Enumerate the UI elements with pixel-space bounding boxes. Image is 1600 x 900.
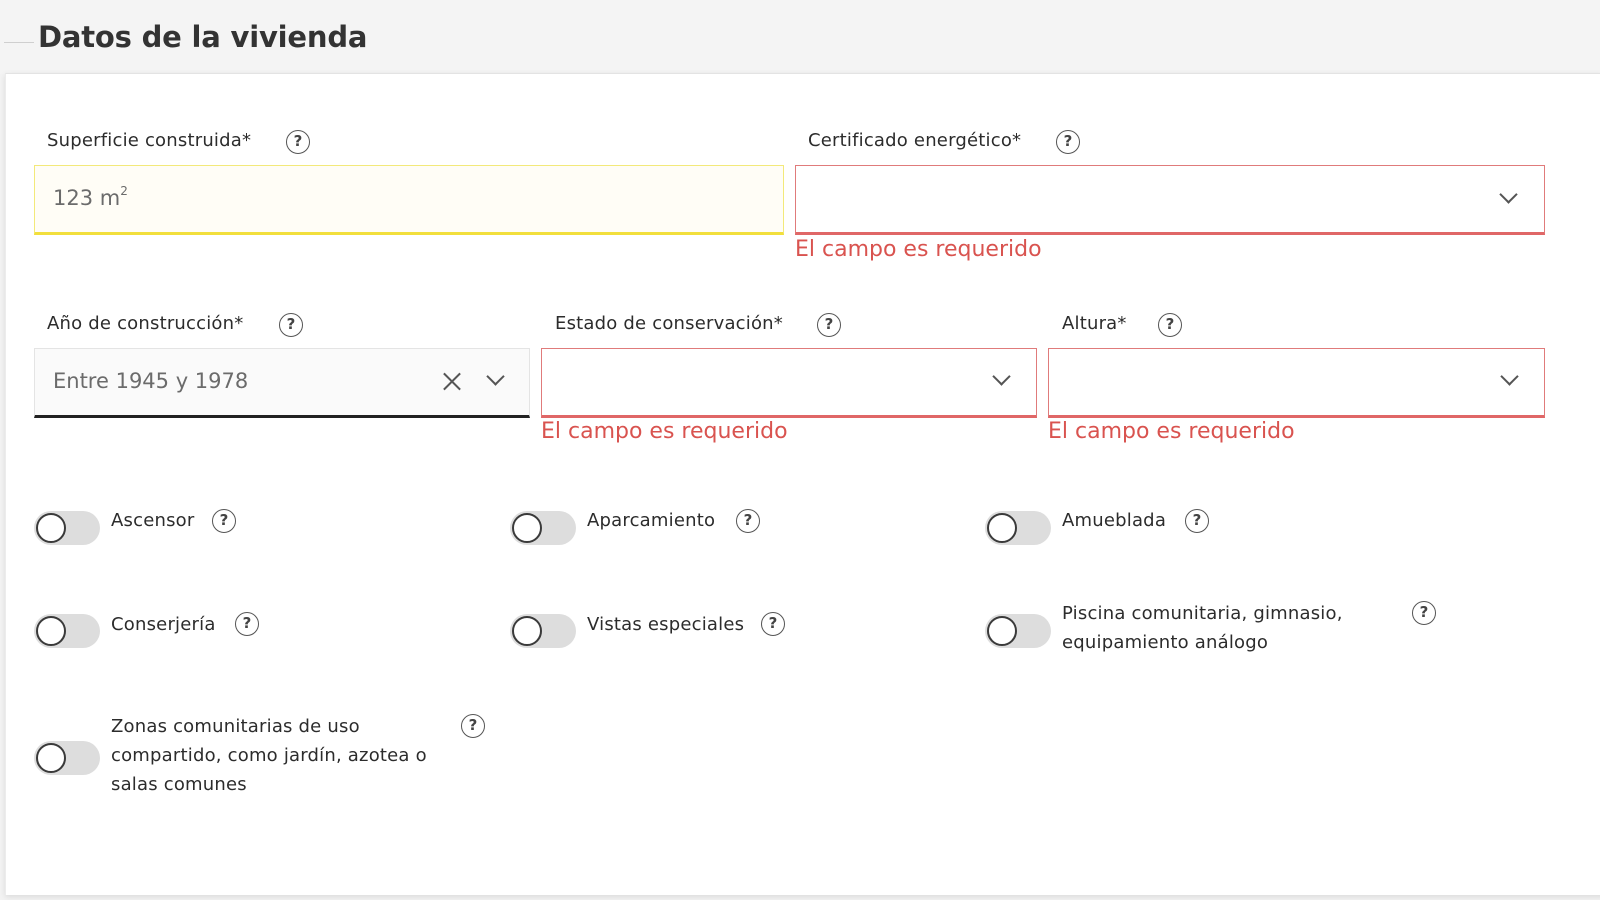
aparcamiento-help-icon[interactable]: ?	[736, 509, 760, 533]
chevron-down-icon[interactable]	[992, 367, 1011, 386]
ascensor-help-icon[interactable]: ?	[212, 509, 236, 533]
vistas-especiales-label: Vistas especiales	[587, 614, 745, 635]
header-divider	[4, 42, 34, 43]
anio-label: Año de construcción*	[47, 313, 244, 334]
aparcamiento-label: Aparcamiento	[587, 510, 716, 531]
estado-help-icon[interactable]: ?	[817, 313, 841, 337]
superficie-value: 123 m2	[53, 184, 128, 210]
estado-error: El campo es requerido	[541, 419, 788, 444]
toggle-knob	[36, 743, 66, 773]
conserjeria-toggle[interactable]	[34, 614, 100, 648]
zonas-comunitarias-toggle[interactable]	[34, 741, 100, 775]
anio-value: Entre 1945 y 1978	[53, 369, 249, 393]
toggle-knob	[987, 616, 1017, 646]
altura-help-icon[interactable]: ?	[1158, 313, 1182, 337]
certificado-error: El campo es requerido	[795, 237, 1042, 262]
certificado-help-icon[interactable]: ?	[1056, 130, 1080, 154]
zonas-comunitarias-help-icon[interactable]: ?	[461, 714, 485, 738]
superficie-help-icon[interactable]: ?	[286, 130, 310, 154]
chevron-down-icon[interactable]	[1499, 185, 1518, 204]
anio-select[interactable]: Entre 1945 y 1978	[34, 348, 530, 418]
page-title: Datos de la vivienda	[38, 20, 368, 54]
piscina-label: Piscina comunitaria, gimnasio, equipamie…	[1062, 603, 1343, 653]
estado-select[interactable]	[541, 348, 1037, 418]
toggle-knob	[512, 616, 542, 646]
toggle-knob	[512, 513, 542, 543]
zonas-comunitarias-label: Zonas comunitarias de uso compartido, co…	[111, 716, 427, 795]
toggle-knob	[36, 513, 66, 543]
vistas-especiales-help-icon[interactable]: ?	[761, 612, 785, 636]
toggle-knob	[987, 513, 1017, 543]
ascensor-toggle[interactable]	[34, 511, 100, 545]
piscina-toggle[interactable]	[985, 614, 1051, 648]
altura-error: El campo es requerido	[1048, 419, 1295, 444]
section-header: Datos de la vivienda	[0, 0, 1600, 74]
altura-label: Altura*	[1062, 313, 1127, 334]
superficie-input[interactable]: 123 m2	[34, 165, 784, 235]
amueblada-help-icon[interactable]: ?	[1185, 509, 1209, 533]
certificado-select[interactable]	[795, 165, 1545, 235]
toggle-knob	[36, 616, 66, 646]
amueblada-toggle[interactable]	[985, 511, 1051, 545]
chevron-down-icon[interactable]	[1500, 367, 1519, 386]
anio-help-icon[interactable]: ?	[279, 313, 303, 337]
piscina-help-icon[interactable]: ?	[1412, 601, 1436, 625]
ascensor-label: Ascensor	[111, 510, 195, 531]
chevron-down-icon[interactable]	[486, 367, 505, 386]
vistas-especiales-toggle[interactable]	[510, 614, 576, 648]
conserjeria-help-icon[interactable]: ?	[235, 612, 259, 636]
superficie-label: Superficie construida*	[47, 130, 252, 151]
aparcamiento-toggle[interactable]	[510, 511, 576, 545]
altura-select[interactable]	[1048, 348, 1545, 418]
conserjeria-label: Conserjería	[111, 614, 216, 635]
amueblada-label: Amueblada	[1062, 510, 1167, 531]
close-icon[interactable]	[441, 370, 463, 392]
certificado-label: Certificado energético*	[808, 130, 1022, 151]
estado-label: Estado de conservación*	[555, 313, 783, 334]
